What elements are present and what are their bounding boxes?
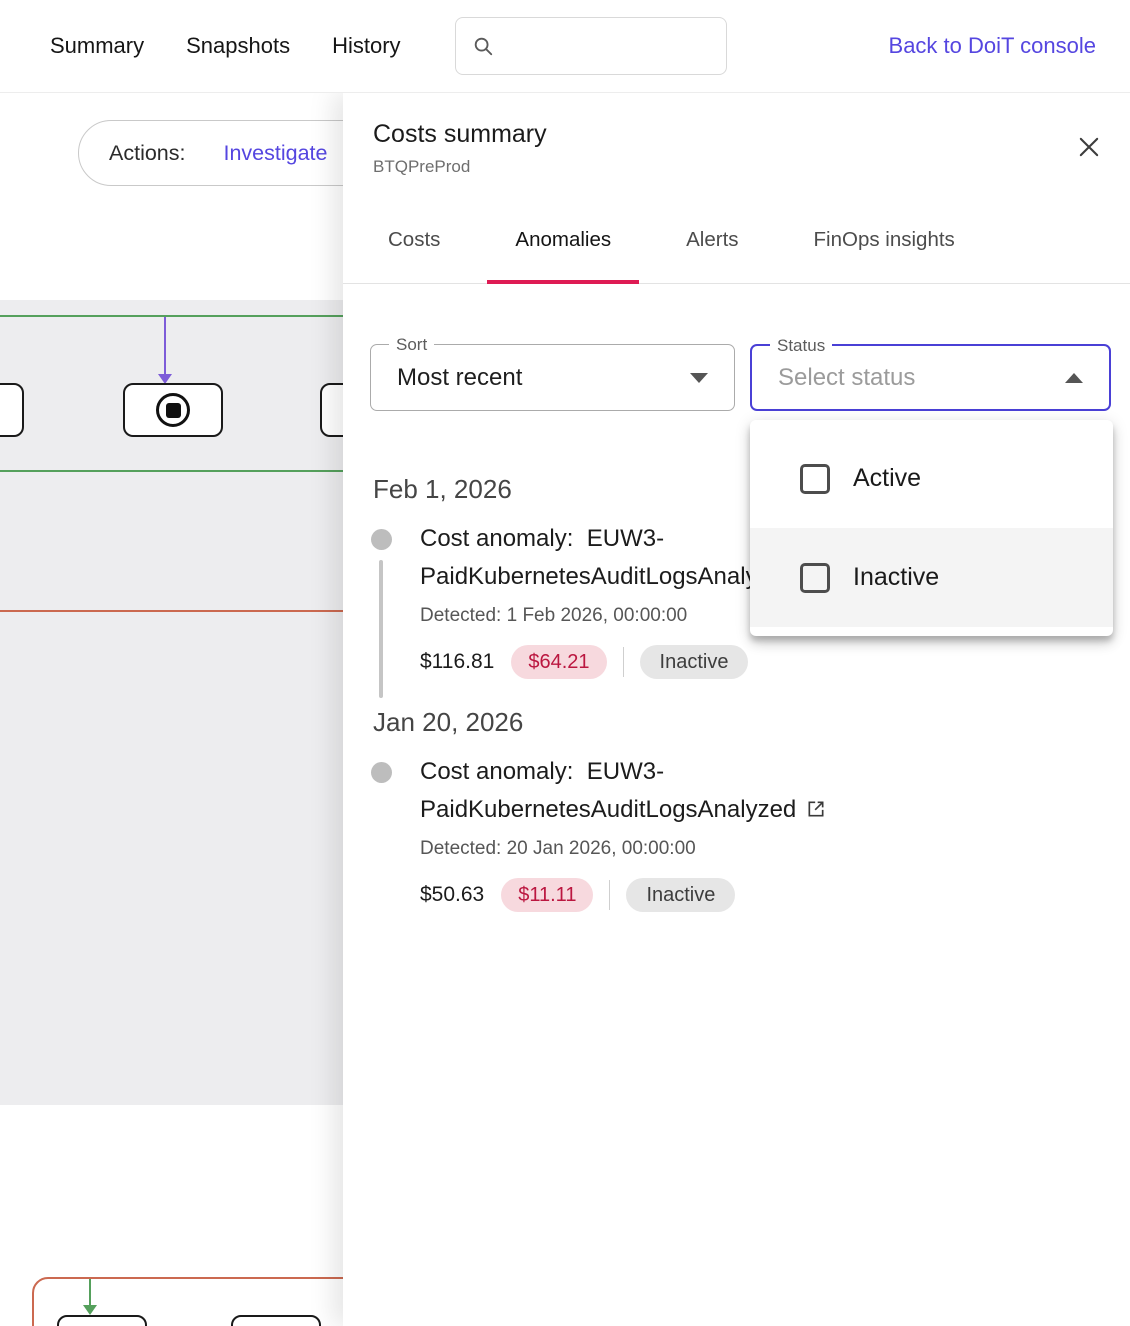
menu-option-active[interactable]: Active — [750, 429, 1113, 528]
costs-summary-panel: Costs summary BTQPreProd Costs Anomalies… — [343, 93, 1130, 1326]
tab-costs[interactable]: Costs — [360, 196, 468, 283]
arrow-down-green-icon — [83, 1305, 97, 1315]
status-badge: Inactive — [640, 645, 749, 679]
anomaly-group: Jan 20, 2026 Cost anomaly: EUW3-PaidKube… — [373, 707, 1100, 940]
sort-label: Sort — [389, 335, 434, 354]
lane-border-green-bottom — [0, 470, 362, 472]
chevron-down-icon — [690, 373, 708, 383]
diagram-node-bottom-right[interactable] — [231, 1315, 321, 1326]
delta-badge: $11.11 — [501, 878, 593, 912]
anomaly-title[interactable]: Cost anomaly: EUW3-PaidKubernetesAuditLo… — [420, 753, 900, 829]
external-link-icon[interactable] — [806, 799, 826, 819]
panel-title: Costs summary — [373, 118, 1100, 150]
chevron-up-icon — [1065, 373, 1083, 383]
diagram-node-stop[interactable] — [123, 383, 223, 437]
close-button[interactable] — [1072, 130, 1106, 164]
status-menu: Active Inactive — [750, 420, 1113, 636]
diagram-node-bottom-left[interactable] — [57, 1315, 147, 1326]
tab-bar: Costs Anomalies Alerts FinOps insights — [343, 178, 1130, 284]
filters-row: Sort Most recent Status Select status — [343, 344, 1130, 411]
search-input[interactable] — [504, 18, 710, 74]
timeline-connector — [379, 560, 383, 698]
chips-row: $116.81 $64.21 Inactive — [420, 645, 1100, 679]
checkbox-icon[interactable] — [800, 563, 830, 593]
delta-badge: $64.21 — [511, 645, 606, 679]
cost-value: $50.63 — [420, 883, 484, 907]
timeline-dot — [371, 529, 392, 550]
edge-purple — [164, 317, 166, 374]
panel-subtitle: BTQPreProd — [373, 156, 1100, 178]
edge-green — [89, 1279, 91, 1306]
investigate-link[interactable]: Investigate — [223, 141, 327, 166]
panel-header: Costs summary BTQPreProd — [343, 93, 1130, 178]
diagram-node-left[interactable] — [0, 383, 24, 437]
menu-option-inactive[interactable]: Inactive — [750, 528, 1113, 627]
sort-select[interactable]: Sort Most recent — [370, 344, 735, 411]
nav-item-snapshots[interactable]: Snapshots — [186, 33, 290, 59]
chips-row: $50.63 $11.11 Inactive — [420, 878, 1100, 912]
lane-border-red — [0, 610, 362, 612]
status-badge: Inactive — [626, 878, 735, 912]
global-search — [455, 17, 727, 75]
timeline-dot — [371, 762, 392, 783]
back-to-console-link[interactable]: Back to DoiT console — [889, 33, 1096, 59]
search-icon — [472, 35, 494, 57]
lane-border-green-top — [0, 315, 362, 317]
sort-value: Most recent — [371, 364, 522, 392]
chip-divider — [609, 880, 610, 910]
checkbox-icon[interactable] — [800, 464, 830, 494]
status-select[interactable]: Status Select status — [750, 344, 1111, 411]
menu-option-label: Inactive — [853, 563, 939, 592]
actions-pill: Actions: Investigate — [78, 120, 388, 186]
detected-timestamp: Detected: 20 Jan 2026, 00:00:00 — [420, 837, 1100, 861]
nav-item-history[interactable]: History — [332, 33, 400, 59]
close-icon — [1075, 133, 1103, 161]
status-value: Select status — [752, 364, 915, 392]
tab-anomalies[interactable]: Anomalies — [487, 196, 639, 283]
top-nav: Summary Snapshots History Back to DoiT c… — [0, 0, 1130, 93]
anomaly-title-text: Cost anomaly: EUW3-PaidKubernetesAuditLo… — [420, 525, 796, 590]
group-date: Jan 20, 2026 — [373, 707, 1100, 737]
nav-item-summary[interactable]: Summary — [50, 33, 144, 59]
anomaly-title-text: Cost anomaly: EUW3-PaidKubernetesAuditLo… — [420, 758, 796, 823]
tab-finops-insights[interactable]: FinOps insights — [786, 196, 983, 283]
stop-icon — [156, 393, 190, 427]
chip-divider — [623, 647, 624, 677]
status-label: Status — [770, 336, 832, 355]
menu-option-label: Active — [853, 464, 921, 493]
tab-alerts[interactable]: Alerts — [658, 196, 766, 283]
anomaly-item[interactable]: Cost anomaly: EUW3-PaidKubernetesAuditLo… — [373, 753, 1100, 940]
actions-label: Actions: — [109, 141, 185, 166]
cost-value: $116.81 — [420, 650, 494, 674]
